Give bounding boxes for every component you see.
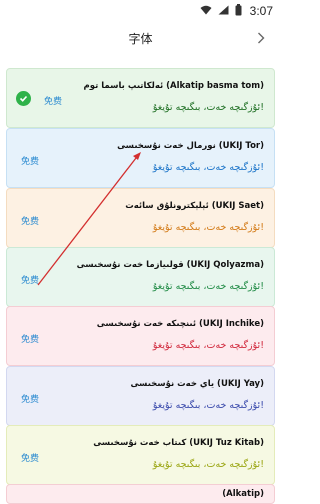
font-sample: ئۇزگىچە خەت، بىگىچە تۇيغۇ! [152,400,264,411]
check-icon [16,91,31,106]
font-sample: ئۇزگىچە خەت، بىگىچە تۇيغۇ! [152,102,264,113]
font-card[interactable]: 免费 نورمال خەت نۇسخىسى (UKIJ Tor) ئۇزگىچە… [6,128,275,188]
font-name: قولىيازما خەت نۇسخىسى (UKIJ Qolyazma) [76,260,264,270]
font-sample: ئۇزگىچە خەت، بىگىچە تۇيغۇ! [152,222,264,233]
battery-icon [235,3,242,19]
font-name: (Alkatip) [222,489,264,499]
status-time: 3:07 [249,4,273,18]
free-badge: 免费 [21,395,40,405]
font-name: نورمال خەت نۇسخىسى (UKIJ Tor) [117,141,264,151]
chevron-right-icon [257,29,265,48]
font-name: كىتاب خەت نۇسخىسى (UKIJ Tuz Kitab) [93,438,264,448]
font-card[interactable]: (Alkatip) [6,484,275,504]
font-card[interactable]: 免费 ئىنچىكە خەت نۇسخىسى (UKIJ Inchike) ئۇ… [6,306,275,366]
page-title: 字体 [128,31,153,46]
title-bar: 字体 [0,22,281,54]
free-badge: 免费 [21,335,40,345]
font-name: ئېلېكترونلۇق سائەت (UKIJ Saet) [125,201,264,211]
status-icons [200,3,242,19]
free-badge: 免费 [21,217,40,227]
font-sample: ئۇزگىچە خەت، بىگىچە تۇيغۇ! [152,281,264,292]
font-sample: ئۇزگىچە خەت، بىگىچە تۇيغۇ! [152,162,264,173]
signal-icon [218,4,229,18]
font-card[interactable]: 免费 ياي خەت نۇسخىسى (UKIJ Yay) ئۇزگىچە خە… [6,366,275,426]
font-name: ئەلكاتىپ باسما توم (Alkatip basma tom) [83,81,264,91]
font-card[interactable]: 免费 قولىيازما خەت نۇسخىسى (UKIJ Qolyazma)… [6,247,275,307]
free-badge: 免费 [21,454,40,464]
free-badge: 免费 [21,157,40,167]
font-card[interactable]: 免费 ئەلكاتىپ باسما توم (Alkatip basma tom… [6,68,275,128]
font-name: ئىنچىكە خەت نۇسخىسى (UKIJ Inchike) [96,319,264,329]
font-sample: ئۇزگىچە خەت، بىگىچە تۇيغۇ! [152,340,264,351]
font-name: ياي خەت نۇسخىسى (UKIJ Yay) [130,379,264,389]
status-bar: 3:07 [0,0,281,22]
free-badge: 免费 [21,276,40,286]
font-sample: ئۇزگىچە خەت، بىگىچە تۇيغۇ! [152,459,264,470]
font-card[interactable]: 免费 كىتاب خەت نۇسخىسى (UKIJ Tuz Kitab) ئۇ… [6,425,275,485]
font-card[interactable]: 免费 ئېلېكترونلۇق سائەت (UKIJ Saet) ئۇزگىچ… [6,188,275,248]
free-badge: 免费 [44,97,63,107]
back-button[interactable] [251,28,271,48]
wifi-icon [200,4,212,18]
